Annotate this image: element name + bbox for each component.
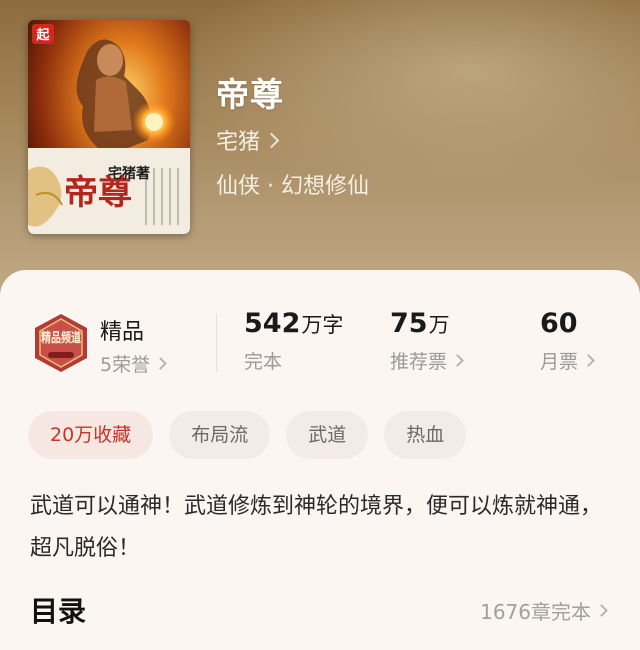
toc-title: 目录: [30, 595, 87, 628]
honors-link[interactable]: 5荣誉: [100, 350, 167, 377]
monthly-votes-stat[interactable]: 60 月票: [540, 308, 595, 374]
author-link[interactable]: 宅猪: [216, 124, 280, 156]
quality-badge-icon: 精品频道: [30, 312, 92, 374]
tag-item[interactable]: 武道: [286, 411, 369, 459]
recommend-votes-label: 推荐票: [390, 351, 448, 373]
monthly-votes-label: 月票: [540, 351, 579, 373]
recommend-votes-value: 75: [390, 308, 428, 339]
chapter-count: 1676章完本: [480, 600, 591, 624]
word-count-stat: 542万字 完本: [244, 308, 343, 374]
honors-count: 5荣誉: [100, 354, 151, 376]
tag-item[interactable]: 热血: [384, 411, 467, 459]
recommend-votes-stat[interactable]: 75万 推荐票: [390, 308, 464, 374]
chevron-right-icon: [595, 604, 608, 617]
completion-status: 完本: [244, 351, 283, 373]
quality-title: 精品: [100, 320, 145, 345]
quality-badge-text: 精品频道: [41, 330, 81, 346]
publisher-logo: 起: [35, 27, 50, 43]
book-cover[interactable]: 起 帝尊 宅猪著: [28, 20, 190, 234]
chevron-right-icon: [154, 357, 167, 370]
book-info-card: 精品频道 精品 5荣誉 542万字 完本 75万 推荐票 60 月票 20万收藏…: [0, 270, 640, 650]
cover-author: 宅猪著: [108, 165, 150, 182]
tag-list: 20万收藏 布局流 武道 热血: [28, 411, 467, 459]
book-genre: 仙侠 · 幻想修仙: [216, 174, 369, 199]
recommend-votes-unit: 万: [428, 313, 450, 337]
book-title: 帝尊: [216, 75, 284, 114]
monthly-votes-value: 60: [540, 308, 578, 339]
chevron-right-icon: [582, 354, 595, 367]
word-count-value: 542: [244, 308, 301, 339]
toc-link[interactable]: 1676章完本: [480, 596, 608, 625]
book-cover-art: 起 帝尊 宅猪著: [28, 20, 190, 234]
word-count-unit: 万字: [301, 313, 344, 337]
author-name: 宅猪: [216, 130, 261, 155]
book-header-background: 起 帝尊 宅猪著 帝尊 宅猪 仙侠 · 幻想修仙: [0, 0, 640, 300]
book-description[interactable]: 武道可以通神！武道修炼到神轮的境界，便可以炼就神通，超凡脱俗！: [30, 486, 610, 570]
chevron-right-icon: [263, 132, 280, 148]
tag-item[interactable]: 布局流: [169, 411, 271, 459]
stats-divider: [216, 314, 217, 372]
chevron-right-icon: [451, 354, 464, 367]
tag-favorites[interactable]: 20万收藏: [28, 411, 154, 459]
